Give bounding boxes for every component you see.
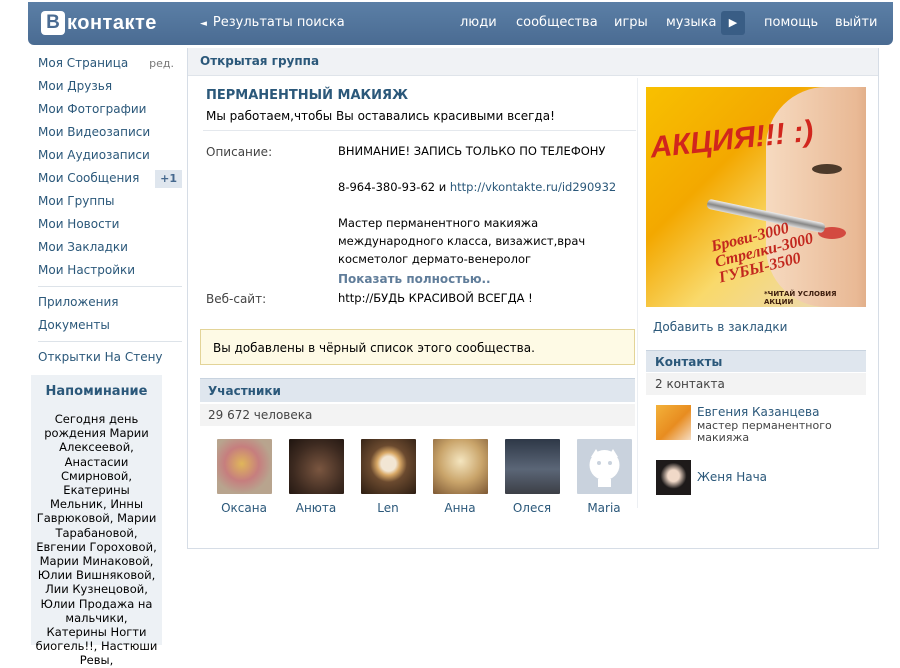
back-arrow-icon: ◄ [200, 19, 207, 29]
nav-photos[interactable]: Мои Фотографии [38, 98, 182, 121]
left-nav: Моя Страница ред. Мои Друзья Мои Фотограф… [38, 52, 182, 369]
nav-news[interactable]: Мои Новости [38, 213, 182, 236]
messages-count-badge[interactable]: +1 [155, 170, 182, 188]
member-item[interactable]: Олеся [496, 439, 568, 515]
member-name[interactable]: Maria [568, 501, 640, 515]
dog-placeholder-icon [589, 449, 619, 487]
member-name[interactable]: Анюта [280, 501, 352, 515]
nav-audio[interactable]: Мои Аудиозаписи [38, 144, 182, 167]
member-avatar[interactable] [288, 439, 344, 494]
member-name[interactable]: Len [352, 501, 424, 515]
edit-link[interactable]: ред. [149, 52, 174, 75]
group-page: Открытая группа ПЕРМАНЕНТНЫЙ МАКИЯЖ Мы р… [187, 48, 879, 549]
contact-avatar[interactable] [656, 460, 691, 495]
member-avatar[interactable] [360, 439, 416, 494]
show-more-link[interactable]: Показать полностью.. [338, 272, 491, 286]
nav-link-communities[interactable]: сообщества [516, 15, 598, 30]
nav-messages[interactable]: Мои Сообщения +1 [38, 167, 182, 190]
nav-link-music[interactable]: музыка [666, 15, 717, 30]
description-contacts: 8-964-380-93-62 и http://vkontakte.ru/id… [338, 178, 623, 196]
website-label: Веб-сайт: [206, 292, 267, 306]
nav-friends[interactable]: Мои Друзья [38, 75, 182, 98]
group-status: Мы работаем,чтобы Вы оставались красивым… [206, 109, 555, 123]
phone-number: 8-964-380-93-62 и [338, 180, 450, 194]
nav-videos[interactable]: Мои Видеозаписи [38, 121, 182, 144]
contacts-header[interactable]: Контакты [646, 350, 866, 372]
nav-bookmarks[interactable]: Мои Закладки [38, 236, 182, 259]
member-item[interactable]: Maria [568, 439, 640, 515]
contacts-count[interactable]: 2 контакта [646, 373, 866, 395]
nav-apps[interactable]: Приложения [38, 291, 182, 314]
default-avatar-icon[interactable] [576, 439, 632, 494]
vk-logo[interactable]: В контакте [41, 10, 157, 36]
member-name[interactable]: Оксана [208, 501, 280, 515]
nav-link-games[interactable]: игры [614, 15, 648, 30]
promo-eye [812, 164, 842, 174]
back-label: Результаты поиска [212, 15, 345, 30]
reminder-text: Сегодня день рождения Марии Алексеевой, … [35, 412, 158, 668]
members-grid: Оксана Анюта Len Анна Олеся Maria [208, 439, 640, 515]
member-item[interactable]: Оксана [208, 439, 280, 515]
description-text: Мастер перманентного макияжа международн… [338, 216, 586, 266]
reminder-title: Напоминание [45, 384, 148, 399]
profile-link[interactable]: http://vkontakte.ru/id290932 [450, 180, 616, 194]
add-bookmark-link[interactable]: Добавить в закладки [653, 320, 787, 334]
member-item[interactable]: Len [352, 439, 424, 515]
promo-fine-print: *ЧИТАЙ УСЛОВИЯ АКЦИИ [764, 290, 837, 306]
music-play-icon[interactable]: ▶ [721, 11, 745, 35]
blacklist-notice: Вы добавлены в чёрный список этого сообщ… [200, 329, 635, 365]
member-item[interactable]: Анна [424, 439, 496, 515]
logo-letter: В [41, 11, 65, 35]
top-header: В контакте ◄ Результаты поиска люди сообщ… [28, 2, 893, 45]
member-name[interactable]: Анна [424, 501, 496, 515]
nav-groups[interactable]: Мои Группы [38, 190, 182, 213]
nav-messages-label: Мои Сообщения [38, 171, 140, 185]
nav-settings[interactable]: Мои Настройки [38, 259, 182, 282]
nav-docs[interactable]: Документы [38, 314, 182, 337]
contact-role: мастер перманентного макияжа [697, 419, 832, 444]
nav-link-help[interactable]: помощь [764, 15, 818, 30]
member-item[interactable]: Анюта [280, 439, 352, 515]
description-label: Описание: [206, 145, 273, 159]
nav-divider [38, 286, 182, 287]
member-avatar[interactable] [216, 439, 272, 494]
website-value[interactable]: http://БУДЬ КРАСИВОЙ ВСЕГДА ! [338, 289, 623, 307]
nav-link-logout[interactable]: выйти [835, 15, 877, 30]
description-line-1: ВНИМАНИЕ! ЗАПИСЬ ТОЛЬКО ПО ТЕЛЕФОНУ [338, 144, 606, 158]
members-header[interactable]: Участники [200, 378, 635, 402]
nav-cards[interactable]: Открытки На Стену [38, 346, 182, 369]
logo-text: контакте [67, 11, 157, 34]
members-count[interactable]: 29 672 человека [200, 404, 635, 426]
contact-avatar[interactable] [656, 405, 691, 440]
nav-link-people[interactable]: люди [460, 15, 497, 30]
birthday-reminder: Напоминание Сегодня день рождения Марии … [31, 375, 162, 667]
contact-name[interactable]: Женя Нача [697, 470, 767, 484]
contact-name[interactable]: Евгения Казанцева [697, 405, 819, 419]
member-avatar[interactable] [504, 439, 560, 494]
group-avatar-promo[interactable]: АКЦИЯ!!! :) Брови-3000 Стрелки-3000 ГУБЫ… [646, 87, 866, 307]
group-title: ПЕРМАНЕНТНЫЙ МАКИЯЖ [206, 88, 408, 103]
nav-divider [38, 341, 182, 342]
nav-my-page-label: Моя Страница [38, 56, 129, 70]
back-to-search-link[interactable]: ◄ Результаты поиска [200, 15, 345, 30]
member-name[interactable]: Олеся [496, 501, 568, 515]
member-avatar[interactable] [432, 439, 488, 494]
nav-my-page[interactable]: Моя Страница ред. [38, 52, 182, 75]
group-type-header: Открытая группа [188, 48, 878, 76]
divider [203, 130, 636, 131]
